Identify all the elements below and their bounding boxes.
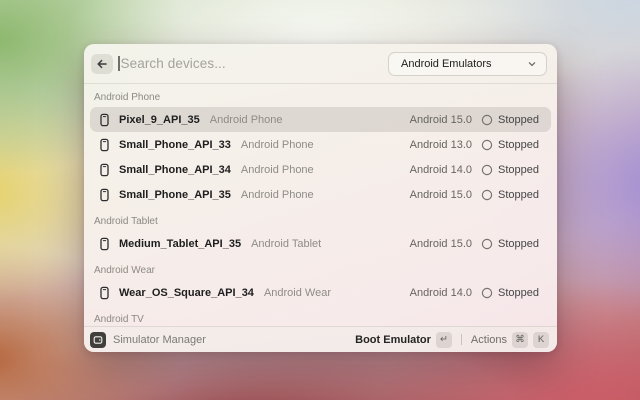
device-status-label: Stopped bbox=[498, 287, 539, 299]
search-placeholder: Search devices... bbox=[121, 56, 226, 71]
footer: Simulator Manager Boot Emulator ↵ Action… bbox=[84, 326, 557, 352]
search-input[interactable]: Search devices... bbox=[118, 56, 388, 71]
device-status: Stopped bbox=[481, 238, 543, 250]
device-section: Android TV bbox=[90, 313, 551, 326]
emulator-type-dropdown[interactable]: Android Emulators bbox=[388, 52, 547, 76]
dropdown-selected-value: Android Emulators bbox=[401, 58, 527, 70]
device-type: Android Phone bbox=[241, 189, 314, 201]
circle-outline-icon bbox=[481, 139, 493, 151]
boot-emulator-label: Boot Emulator bbox=[355, 334, 431, 346]
command-key-icon: ⌘ bbox=[512, 332, 528, 348]
device-name: Small_Phone_API_35 bbox=[119, 189, 231, 201]
section-header: Android Tablet bbox=[94, 215, 551, 228]
device-name: Pixel_9_API_35 bbox=[119, 114, 200, 126]
text-caret bbox=[118, 56, 120, 71]
device-type: Android Phone bbox=[241, 164, 314, 176]
device-os-version: Android 14.0 bbox=[410, 164, 472, 176]
device-status-label: Stopped bbox=[498, 189, 539, 201]
device-type: Android Phone bbox=[210, 114, 283, 126]
device-section: Android Phone Pixel_9_API_35 Android Pho… bbox=[90, 91, 551, 207]
device-os-version: Android 15.0 bbox=[410, 114, 472, 126]
device-list[interactable]: Android Phone Pixel_9_API_35 Android Pho… bbox=[84, 84, 557, 326]
device-os-version: Android 14.0 bbox=[410, 287, 472, 299]
device-name: Small_Phone_API_33 bbox=[119, 139, 231, 151]
section-header: Android Wear bbox=[94, 264, 551, 277]
device-name: Medium_Tablet_API_35 bbox=[119, 238, 241, 250]
circle-outline-icon bbox=[481, 238, 493, 250]
footer-divider bbox=[461, 334, 462, 345]
smartphone-icon bbox=[98, 286, 111, 300]
device-status-label: Stopped bbox=[498, 114, 539, 126]
device-row[interactable]: Small_Phone_API_34 Android Phone Android… bbox=[90, 157, 551, 182]
actions-button[interactable]: Actions ⌘ K bbox=[471, 332, 549, 348]
device-status: Stopped bbox=[481, 164, 543, 176]
boot-emulator-button[interactable]: Boot Emulator ↵ bbox=[355, 332, 452, 348]
device-status-label: Stopped bbox=[498, 139, 539, 151]
device-os-version: Android 13.0 bbox=[410, 139, 472, 151]
device-name: Small_Phone_API_34 bbox=[119, 164, 231, 176]
section-header: Android TV bbox=[94, 313, 551, 326]
k-key-icon: K bbox=[533, 332, 549, 348]
simulator-manager-window: Search devices... Android Emulators Andr… bbox=[84, 44, 557, 352]
device-type: Android Tablet bbox=[251, 238, 321, 250]
device-status: Stopped bbox=[481, 139, 543, 151]
section-rows: Medium_Tablet_API_35 Android Tablet Andr… bbox=[90, 231, 551, 256]
device-status: Stopped bbox=[481, 189, 543, 201]
device-type: Android Phone bbox=[241, 139, 314, 151]
device-os-version: Android 15.0 bbox=[410, 238, 472, 250]
smartphone-icon bbox=[98, 163, 111, 177]
app-name-label: Simulator Manager bbox=[113, 334, 206, 346]
circle-outline-icon bbox=[481, 287, 493, 299]
desktop-background: Search devices... Android Emulators Andr… bbox=[0, 0, 640, 400]
circle-outline-icon bbox=[481, 164, 493, 176]
section-rows: Pixel_9_API_35 Android Phone Android 15.… bbox=[90, 107, 551, 207]
device-status: Stopped bbox=[481, 114, 543, 126]
device-type: Android Wear bbox=[264, 287, 331, 299]
device-os-version: Android 15.0 bbox=[410, 189, 472, 201]
device-status-label: Stopped bbox=[498, 164, 539, 176]
arrow-left-icon bbox=[96, 58, 108, 70]
device-name: Wear_OS_Square_API_34 bbox=[119, 287, 254, 299]
simulator-manager-app-icon bbox=[90, 332, 106, 348]
device-row[interactable]: Wear_OS_Square_API_34 Android Wear Andro… bbox=[90, 280, 551, 305]
back-button[interactable] bbox=[91, 54, 113, 74]
device-status: Stopped bbox=[481, 287, 543, 299]
circle-outline-icon bbox=[481, 189, 493, 201]
circle-outline-icon bbox=[481, 114, 493, 126]
section-header: Android Phone bbox=[94, 91, 551, 104]
actions-label: Actions bbox=[471, 334, 507, 346]
smartphone-icon bbox=[98, 138, 111, 152]
device-row[interactable]: Medium_Tablet_API_35 Android Tablet Andr… bbox=[90, 231, 551, 256]
device-row[interactable]: Small_Phone_API_35 Android Phone Android… bbox=[90, 182, 551, 207]
device-status-label: Stopped bbox=[498, 238, 539, 250]
smartphone-icon bbox=[98, 237, 111, 251]
chevron-down-icon bbox=[527, 59, 537, 69]
smartphone-icon bbox=[98, 113, 111, 127]
device-row[interactable]: Pixel_9_API_35 Android Phone Android 15.… bbox=[90, 107, 551, 132]
section-rows: Wear_OS_Square_API_34 Android Wear Andro… bbox=[90, 280, 551, 305]
header: Search devices... Android Emulators bbox=[84, 44, 557, 84]
return-key-icon: ↵ bbox=[436, 332, 452, 348]
smartphone-icon bbox=[98, 188, 111, 202]
device-section: Android Wear Wear_OS_Square_API_34 Andro… bbox=[90, 264, 551, 305]
device-section: Android Tablet Medium_Tablet_API_35 Andr… bbox=[90, 215, 551, 256]
device-row[interactable]: Small_Phone_API_33 Android Phone Android… bbox=[90, 132, 551, 157]
